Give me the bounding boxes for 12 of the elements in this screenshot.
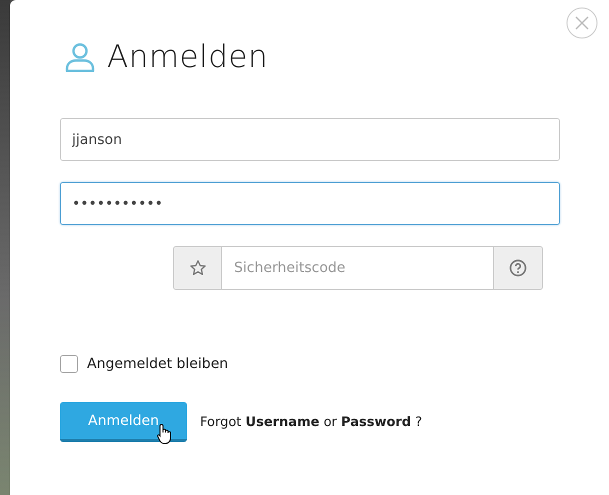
close-icon[interactable]: [566, 7, 598, 39]
forgot-text: Forgot Username or Password ?: [200, 414, 422, 430]
security-code-field[interactable]: Sicherheitscode: [222, 246, 493, 290]
username-field[interactable]: jjanson: [60, 118, 560, 161]
help-icon[interactable]: [509, 259, 527, 277]
dialog-title: Anmelden: [107, 39, 268, 75]
remember-checkbox[interactable]: [60, 355, 78, 373]
checkbox-label: Angemeldet bleiben: [87, 356, 228, 372]
pointer-hand-icon: [157, 423, 173, 445]
user-icon: [65, 42, 95, 72]
star-icon: [188, 259, 206, 277]
password-field[interactable]: •••••••••••: [60, 182, 560, 225]
